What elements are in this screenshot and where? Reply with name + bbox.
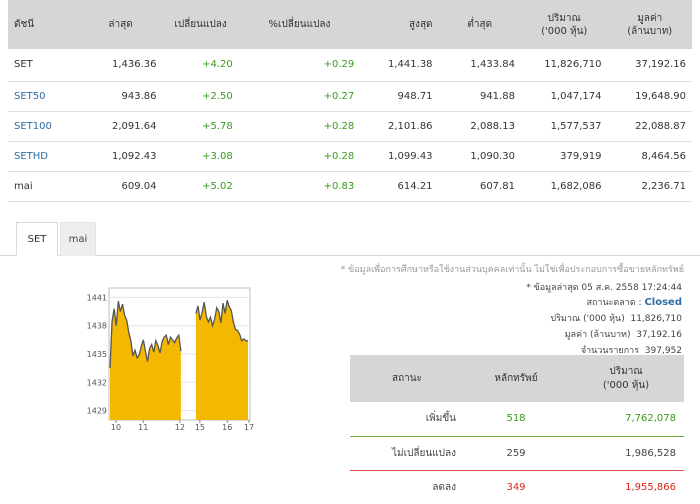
- tab-set[interactable]: SET: [16, 222, 58, 256]
- breadth-header-row: สถานะ หลักทรัพย์ ปริมาณ ('000 หุ้น): [350, 355, 684, 402]
- index-high: 1,441.38: [360, 49, 439, 82]
- index-value: 37,192.16: [607, 49, 692, 82]
- table-row: SET50 943.86 +2.50 +0.27 948.71 941.88 1…: [8, 81, 692, 112]
- y-tick-label: 1441: [87, 293, 107, 302]
- breadth-col-volume: ปริมาณ ('000 หุ้น): [568, 355, 684, 402]
- breadth-table: สถานะ หลักทรัพย์ ปริมาณ ('000 หุ้น) เพิ่ม…: [350, 355, 684, 504]
- market-value-value: 37,192.16: [636, 330, 682, 340]
- index-volume: 11,826,710: [520, 49, 608, 82]
- index-low: 2,088.13: [438, 111, 521, 142]
- breadth-count: 259: [464, 436, 568, 471]
- index-low: 1,433.84: [438, 49, 521, 82]
- col-header-low: ต่ำสุด: [438, 0, 521, 49]
- index-name-link[interactable]: SET100: [8, 111, 91, 142]
- market-volume: ปริมาณ ('000 หุ้น) 11,826,710: [550, 311, 682, 325]
- market-status-value: Closed: [644, 297, 682, 308]
- index-high: 948.71: [360, 81, 439, 112]
- index-change: +5.02: [162, 171, 239, 202]
- index-volume: 1,047,174: [520, 81, 608, 112]
- y-tick-label: 1429: [87, 407, 107, 416]
- col-header-index: ดัชนี: [8, 0, 91, 49]
- index-high: 1,099.43: [360, 141, 439, 172]
- market-status-label: สถานะตลาด :: [586, 298, 642, 308]
- index-volume: 1,577,537: [520, 111, 608, 142]
- breadth-row-advance: เพิ่มขึ้น 518 7,762,078: [350, 402, 684, 437]
- index-last: 2,091.64: [90, 111, 163, 142]
- market-status: สถานะตลาด : Closed: [586, 295, 682, 309]
- index-name: mai: [8, 171, 91, 202]
- table-row: mai 609.04 +5.02 +0.83 614.21 607.81 1,6…: [8, 171, 692, 202]
- y-tick-label: 1438: [87, 322, 107, 331]
- breadth-col-status: สถานะ: [350, 355, 464, 402]
- col-header-change: เปลี่ยนแปลง: [162, 0, 239, 49]
- col-header-high: สูงสุด: [360, 0, 439, 49]
- breadth-volume: 7,762,078: [568, 402, 684, 437]
- index-table: ดัชนี ล่าสุด เปลี่ยนแปลง %เปลี่ยนแปลง สู…: [8, 0, 692, 202]
- col-header-last: ล่าสุด: [90, 0, 163, 49]
- market-value: มูลค่า (ล้านบาท) 37,192.16: [565, 327, 682, 341]
- x-tick-label: 10: [111, 423, 121, 430]
- index-pct-change: +0.83: [238, 171, 361, 202]
- index-low: 1,090.30: [438, 141, 521, 172]
- index-value: 19,648.90: [607, 81, 692, 112]
- table-header-row: ดัชนี ล่าสุด เปลี่ยนแปลง %เปลี่ยนแปลง สู…: [8, 0, 692, 49]
- x-tick-label: 16: [222, 423, 232, 430]
- index-change: +5.78: [162, 111, 239, 142]
- index-last: 1,436.36: [90, 49, 163, 82]
- col-header-pct-change: %เปลี่ยนแปลง: [238, 0, 361, 49]
- col-header-volume: ปริมาณ ('000 หุ้น): [520, 0, 608, 49]
- x-tick-label: 12: [175, 423, 185, 430]
- index-volume: 379,919: [520, 141, 608, 172]
- index-pct-change: +0.29: [238, 49, 361, 82]
- breadth-col-count: หลักทรัพย์: [464, 355, 568, 402]
- index-pct-change: +0.28: [238, 111, 361, 142]
- index-low: 941.88: [438, 81, 521, 112]
- last-updated: * ข้อมูลล่าสุด 05 ส.ค. 2558 17:24:44: [526, 283, 682, 293]
- breadth-row-unchanged: ไม่เปลี่ยนแปลง 259 1,986,528: [350, 436, 684, 471]
- col-header-value: มูลค่า (ล้านบาท): [607, 0, 692, 49]
- index-volume: 1,682,086: [520, 171, 608, 202]
- y-tick-label: 1432: [87, 378, 107, 387]
- index-last: 943.86: [90, 81, 163, 112]
- index-last: 609.04: [90, 171, 163, 202]
- index-low: 607.81: [438, 171, 521, 202]
- breadth-count: 518: [464, 402, 568, 437]
- index-value: 22,088.87: [607, 111, 692, 142]
- index-pct-change: +0.28: [238, 141, 361, 172]
- breadth-label: ไม่เปลี่ยนแปลง: [350, 436, 464, 471]
- index-name: SET: [8, 49, 91, 82]
- market-volume-value: 11,826,710: [630, 314, 682, 324]
- index-value: 2,236.71: [607, 171, 692, 202]
- x-tick-label: 11: [138, 423, 148, 430]
- intraday-chart: 1441 1438 1435 1432 1429 10 11 12 15 16 17: [87, 287, 254, 430]
- table-row: SETHD 1,092.43 +3.08 +0.28 1,099.43 1,09…: [8, 141, 692, 172]
- index-change: +3.08: [162, 141, 239, 172]
- breadth-volume: 1,986,528: [568, 436, 684, 471]
- market-tabs: SET mai: [0, 210, 700, 256]
- index-value: 8,464.56: [607, 141, 692, 172]
- tab-mai[interactable]: mai: [60, 222, 96, 256]
- y-tick-label: 1435: [87, 350, 107, 359]
- index-last: 1,092.43: [90, 141, 163, 172]
- table-row: SET 1,436.36 +4.20 +0.29 1,441.38 1,433.…: [8, 49, 692, 82]
- breadth-label: ลดลง: [350, 470, 464, 504]
- index-name-link[interactable]: SET50: [8, 81, 91, 112]
- x-tick-label: 15: [195, 423, 205, 430]
- index-change: +2.50: [162, 81, 239, 112]
- breadth-count: 349: [464, 470, 568, 504]
- index-high: 2,101.86: [360, 111, 439, 142]
- market-value-label: มูลค่า (ล้านบาท): [564, 330, 631, 340]
- breadth-volume: 1,955,866: [568, 470, 684, 504]
- index-high: 614.21: [360, 171, 439, 202]
- breadth-label: เพิ่มขึ้น: [350, 402, 464, 437]
- index-name-link[interactable]: SETHD: [8, 141, 91, 172]
- market-volume-label: ปริมาณ ('000 หุ้น): [550, 314, 625, 324]
- disclaimer-note: * ข้อมูลเพื่อการศึกษาหรือใช้งานส่วนบุคคล…: [340, 265, 684, 275]
- x-tick-label: 17: [244, 423, 254, 430]
- index-change: +4.20: [162, 49, 239, 82]
- index-pct-change: +0.27: [238, 81, 361, 112]
- table-row: SET100 2,091.64 +5.78 +0.28 2,101.86 2,0…: [8, 111, 692, 142]
- breadth-row-decline: ลดลง 349 1,955,866: [350, 470, 684, 504]
